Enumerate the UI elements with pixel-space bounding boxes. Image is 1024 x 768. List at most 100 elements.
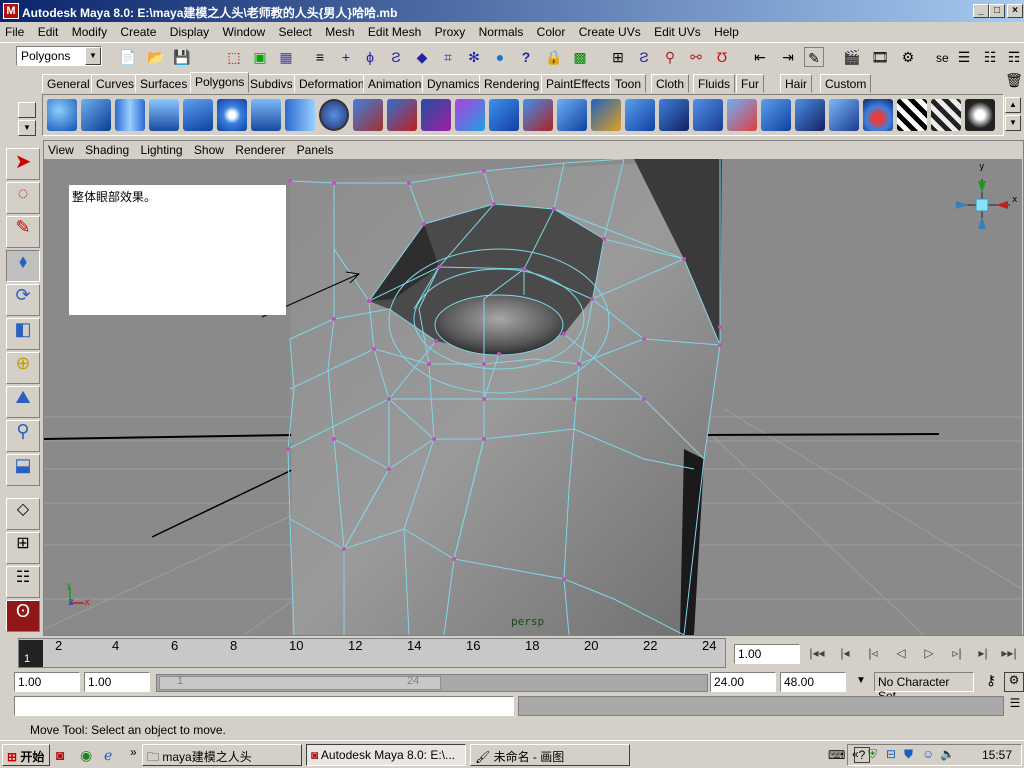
snap-point-icon[interactable]: ⚲ — [660, 47, 680, 67]
tab-custom[interactable]: Custom — [820, 74, 872, 93]
save-scene-icon[interactable]: 💾 — [172, 47, 192, 67]
show-manipulator-icon[interactable]: ⚲ — [6, 420, 40, 452]
poly-plane-icon[interactable] — [183, 99, 213, 131]
panel-menu-view[interactable]: View — [44, 141, 78, 157]
merge-vertices-icon[interactable] — [693, 99, 723, 131]
select-curve-icon[interactable]: Ƨ — [386, 47, 406, 67]
step-forward-key-button[interactable]: ▸| — [970, 644, 996, 664]
tab-surfaces[interactable]: Surfaces — [135, 74, 193, 93]
maya-app-icon[interactable]: M — [3, 3, 19, 19]
tool-settings-icon[interactable]: ☶ — [1004, 47, 1024, 67]
tab-animation[interactable]: Animation — [363, 74, 427, 93]
tab-subdivs[interactable]: Subdivs — [245, 74, 298, 93]
media-player-quicklaunch-icon[interactable]: ◉ — [80, 747, 92, 764]
append-polygon-icon[interactable] — [557, 99, 587, 131]
bridge-icon[interactable] — [523, 99, 553, 131]
character-set-menu-icon[interactable]: ▼ — [850, 672, 872, 692]
poly-prism-icon[interactable] — [251, 99, 281, 131]
taskbar-button-maya[interactable]: ◙ Autodesk Maya 8.0: E:\... — [306, 744, 466, 766]
auto-key-icon[interactable]: ⚷ — [980, 672, 1002, 692]
poly-cone-icon[interactable] — [149, 99, 179, 131]
highlight-selection-icon[interactable]: ▩ — [570, 47, 590, 67]
playback-start-field[interactable]: 1.00 — [84, 672, 150, 692]
panel-menu-renderer[interactable]: Renderer — [231, 141, 289, 157]
start-button[interactable]: ⊞ 开始 — [2, 744, 50, 766]
close-button[interactable]: × — [1007, 4, 1023, 18]
attribute-editor-icon[interactable]: ☷ — [980, 47, 1000, 67]
menu-mesh[interactable]: Mesh — [320, 22, 359, 42]
insert-edge-loop-icon[interactable] — [625, 99, 655, 131]
selection-mask-icon[interactable]: ≡ — [310, 47, 330, 67]
taskbar-button-paint[interactable]: 🖌 未命名 - 画图 — [470, 744, 630, 766]
soft-modification-icon[interactable]: ⛰ — [6, 386, 40, 418]
tray-security-icon[interactable]: ⛊ — [904, 747, 913, 762]
tab-deformation[interactable]: Deformation — [294, 74, 370, 93]
extrude-icon[interactable] — [489, 99, 519, 131]
rotate-tool-icon[interactable]: ⟳ — [6, 284, 40, 316]
current-frame-marker[interactable] — [19, 640, 43, 667]
shelf-tabs-toggle-button[interactable] — [18, 102, 36, 118]
lasso-tool-icon[interactable]: ◌ — [6, 182, 40, 214]
select-component-icon[interactable]: ▦ — [276, 47, 296, 67]
tab-fur[interactable]: Fur — [736, 74, 764, 93]
tray-volume-icon[interactable]: 🔈 — [940, 747, 955, 761]
tray-messenger-icon[interactable]: ☺ — [922, 747, 934, 761]
select-object-icon[interactable]: ▣ — [250, 47, 270, 67]
menu-edit-uvs[interactable]: Edit UVs — [649, 22, 706, 42]
make-live-icon[interactable]: Ʊ — [712, 47, 732, 67]
go-to-end-button[interactable]: ▸▸| — [996, 644, 1022, 664]
time-slider-track[interactable] — [18, 638, 726, 668]
select-misc-icon[interactable]: ? — [516, 47, 536, 67]
character-set-field[interactable]: No Character Set — [874, 672, 974, 703]
lock-selection-icon[interactable]: 🔒 — [544, 47, 564, 67]
animation-preferences-icon[interactable]: ⚙ — [1004, 672, 1024, 692]
panel-menu-panels[interactable]: Panels — [293, 141, 338, 157]
boolean-icon[interactable] — [421, 99, 451, 131]
panel-menu-show[interactable]: Show — [190, 141, 228, 157]
menuset-dropdown[interactable]: Polygons ▼ — [16, 46, 102, 66]
render-globals-icon[interactable]: ⚙ — [898, 47, 918, 67]
poly-pipe-icon[interactable] — [285, 99, 315, 131]
separate-icon[interactable] — [387, 99, 417, 131]
playback-end-field[interactable]: 24.00 — [710, 672, 776, 692]
play-forwards-button[interactable]: ▷ — [916, 644, 942, 664]
snap-view-plane-icon[interactable]: ⚯ — [686, 47, 706, 67]
snap-grid-icon[interactable]: ⊞ — [608, 47, 628, 67]
step-back-frame-button[interactable]: |◃ — [860, 644, 886, 664]
render-frame-icon[interactable]: 🎬 — [842, 47, 862, 67]
poly-helix-icon[interactable] — [319, 99, 349, 131]
tray-expand-icon[interactable]: « — [852, 747, 859, 761]
chevron-down-icon[interactable]: ▼ — [85, 47, 101, 65]
menu-display[interactable]: Display — [165, 22, 214, 42]
perspective-viewport[interactable]: 整体眼部效果。 y x y z x persp — [44, 159, 1022, 635]
select-surface-icon[interactable]: ◆ — [412, 47, 432, 67]
shelf-scroll-down-icon[interactable]: ▼ — [1005, 115, 1021, 131]
select-deformer-icon[interactable]: ⌗ — [438, 47, 458, 67]
current-time-field[interactable]: 1.00 — [734, 644, 800, 664]
maximize-button[interactable]: □ — [989, 4, 1005, 18]
ipr-render-icon[interactable]: 🎞 — [870, 47, 890, 67]
automatic-mapping-icon[interactable] — [863, 99, 893, 131]
range-slider-track[interactable]: 1 24 — [156, 674, 708, 692]
uv-texture-editor-icon[interactable] — [897, 99, 927, 131]
last-tool-icon[interactable]: ⬓ — [6, 454, 40, 486]
step-back-key-button[interactable]: |◂ — [832, 644, 858, 664]
trash-icon[interactable]: 🗑 — [1004, 70, 1024, 90]
menu-normals[interactable]: Normals — [474, 22, 529, 42]
four-pane-layout-icon[interactable]: ⊞ — [6, 532, 40, 564]
input-operations-icon[interactable]: ⇤ — [750, 47, 770, 67]
combine-icon[interactable] — [353, 99, 383, 131]
menu-color[interactable]: Color — [532, 22, 571, 42]
tab-dynamics[interactable]: Dynamics — [422, 74, 485, 93]
tray-antivirus-icon[interactable]: ⛨ — [868, 747, 877, 762]
universal-manipulator-icon[interactable]: ⊕ — [6, 352, 40, 384]
tab-cloth[interactable]: Cloth — [651, 74, 690, 93]
select-field-label[interactable]: se — [936, 51, 949, 65]
select-dynamic-icon[interactable]: ✻ — [464, 47, 484, 67]
ie-quicklaunch-icon[interactable]: ℯ — [104, 747, 112, 764]
scale-tool-icon[interactable]: ◧ — [6, 318, 40, 350]
panel-menu-shading[interactable]: Shading — [81, 141, 133, 157]
shelf-scroll-up-icon[interactable]: ▲ — [1005, 97, 1021, 113]
channel-box-icon[interactable]: ☰ — [954, 47, 974, 67]
script-editor-icon[interactable]: ☰ — [1006, 696, 1024, 716]
